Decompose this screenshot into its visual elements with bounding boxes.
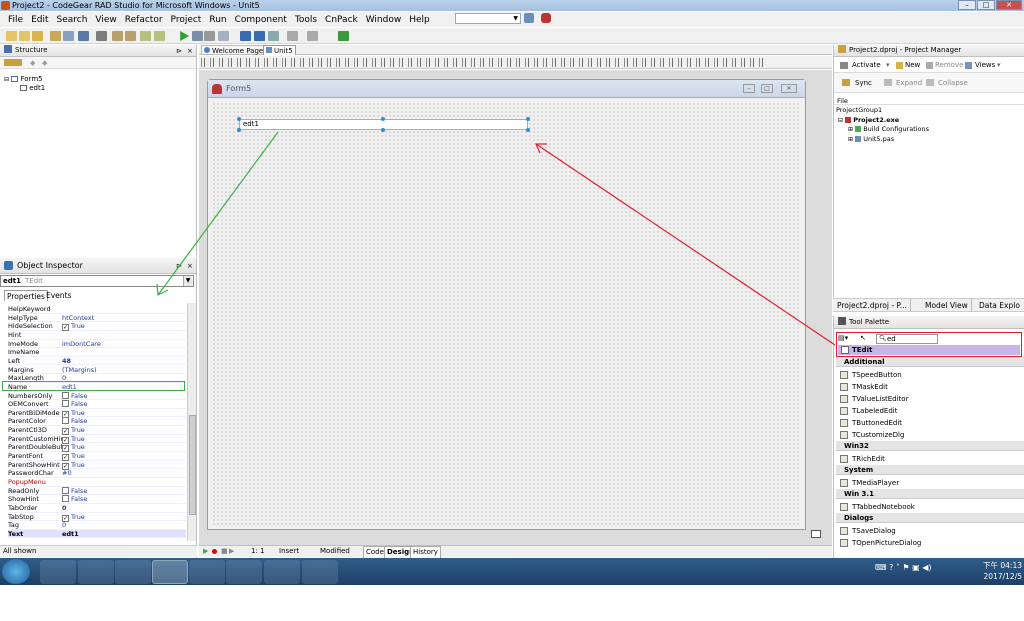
paint-icon[interactable] (302, 560, 338, 584)
start-button[interactable] (2, 559, 30, 584)
rad-studio-icon[interactable] (152, 560, 188, 584)
chrome-icon[interactable] (189, 560, 225, 584)
clock-time: 下午 04:13 (983, 561, 1022, 570)
clock[interactable]: 下午 04:13 2017/12/5 (982, 560, 1024, 584)
calculator-icon[interactable] (264, 560, 300, 584)
tools-icon[interactable] (226, 560, 262, 584)
explorer-icon[interactable] (78, 560, 114, 584)
ie-icon[interactable] (40, 560, 76, 584)
system-tray[interactable]: ⌨ ? ˄ ⚑ ▣ ◀) (875, 563, 975, 577)
clock-date: 2017/12/5 (983, 572, 1022, 581)
annotation-overlay (156, 131, 836, 346)
green-arrow-line (157, 131, 279, 296)
red-arrow-line (535, 143, 836, 346)
media-player-icon[interactable] (115, 560, 151, 584)
